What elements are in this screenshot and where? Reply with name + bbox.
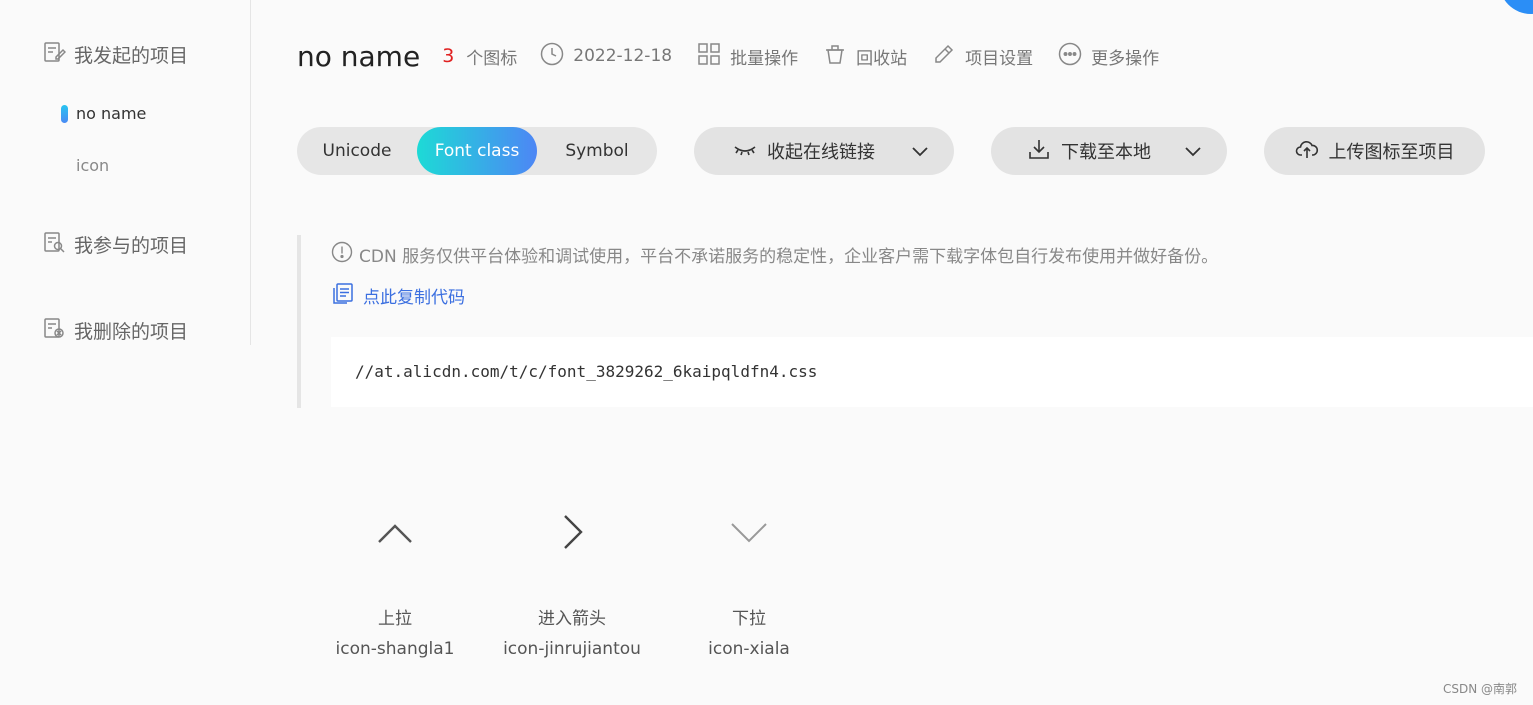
batch-operation-button[interactable]: 批量操作 [696,41,798,72]
created-date: 2022-12-18 [539,41,672,72]
copy-code-link[interactable]: 点此复制代码 [331,281,465,310]
icon-class-name: icon-xiala [708,639,790,659]
cloud-upload-icon [1295,137,1319,166]
collapse-link-button[interactable]: 收起在线链接 [694,127,954,175]
recycle-label: 回收站 [856,48,908,69]
chevron-down-icon [1181,139,1205,168]
cdn-notice: CDN 服务仅供平台体验和调试使用，平台不承诺服务的稳定性，企业客户需下载字体包… [331,241,1218,268]
tab-font-class[interactable]: Font class [417,127,537,175]
sidebar-item-label: icon [76,156,110,175]
closed-eye-icon [733,137,757,166]
sidebar-section-joined-projects[interactable]: 我参与的项目 [42,230,188,259]
sidebar-section-deleted-projects[interactable]: 我删除的项目 [42,316,188,345]
chevron-down-icon [664,510,834,554]
collapse-link-label: 收起在线链接 [767,142,875,163]
sidebar-section-label: 我发起的项目 [74,45,189,67]
download-icon [1027,137,1051,166]
recycle-bin-button[interactable]: 回收站 [822,41,907,72]
tab-symbol[interactable]: Symbol [537,127,657,175]
info-icon [331,241,353,268]
upload-icons-button[interactable]: 上传图标至项目 [1264,127,1485,175]
clock-icon [539,41,565,72]
more-label: 更多操作 [1091,48,1160,69]
css-url: //at.alicdn.com/t/c/font_3829262_6kaipql… [355,362,818,381]
download-button[interactable]: 下载至本地 [991,127,1227,175]
more-actions-button[interactable]: 更多操作 [1057,41,1159,72]
chevron-down-icon [908,139,932,168]
project-header: no name 3 个图标 2022-12-18 批量操作 回收站 项目设置 更… [297,36,1183,76]
copy-document-icon [331,281,355,310]
format-tabs: Unicode Font class Symbol [297,127,657,175]
upload-label: 上传图标至项目 [1328,142,1455,163]
grid-icon [696,41,722,72]
copy-code-label: 点此复制代码 [363,288,465,308]
document-delete-icon [42,316,66,345]
icon-display-name: 进入箭头 [538,609,606,629]
watermark: CSDN @南郭 [1442,682,1517,696]
sidebar: 我发起的项目 no name icon 我参与的项目 我删除的项目 [0,0,251,345]
trash-icon [822,41,848,72]
icon-display-name: 上拉 [378,609,412,629]
icon-class-name: icon-jinrujiantou [503,639,641,659]
sidebar-section-label: 我删除的项目 [74,321,189,343]
sidebar-section-label: 我参与的项目 [74,235,189,257]
icon-card-jinrujiantou[interactable]: 进入箭头 icon-jinrujiantou [487,510,657,659]
sidebar-section-my-projects[interactable]: 我发起的项目 [42,40,188,69]
tab-unicode[interactable]: Unicode [297,127,417,175]
chevron-up-icon [310,510,480,554]
chevron-right-icon [487,510,657,554]
date-text: 2022-12-18 [573,46,673,66]
active-marker [61,105,68,123]
settings-label: 项目设置 [965,48,1034,69]
sidebar-item-label: no name [76,104,147,123]
document-search-icon [42,230,66,259]
notice-text: CDN 服务仅供平台体验和调试使用，平台不承诺服务的稳定性，企业客户需下载字体包… [359,247,1219,267]
project-settings-button[interactable]: 项目设置 [931,41,1033,72]
user-avatar[interactable] [1499,0,1533,14]
batch-label: 批量操作 [730,48,799,69]
sidebar-item-no-name[interactable]: no name [61,104,147,123]
sidebar-item-icon[interactable]: icon [76,156,109,175]
css-code-box[interactable]: //at.alicdn.com/t/c/font_3829262_6kaipql… [331,337,1533,407]
icon-class-name: icon-shangla1 [335,639,455,659]
cdn-info-panel: CDN 服务仅供平台体验和调试使用，平台不承诺服务的稳定性，企业客户需下载字体包… [297,235,1533,408]
more-icon [1057,41,1083,72]
icon-display-name: 下拉 [732,609,766,629]
icon-count: 3 [442,45,455,67]
pencil-icon [931,41,957,72]
project-title: no name [297,39,421,73]
edit-document-icon [42,40,67,69]
icon-card-shangla[interactable]: 上拉 icon-shangla1 [310,510,480,659]
download-label: 下载至本地 [1061,142,1151,163]
icon-card-xiala[interactable]: 下拉 icon-xiala [664,510,834,659]
icon-count-label: 个图标 [466,48,518,69]
